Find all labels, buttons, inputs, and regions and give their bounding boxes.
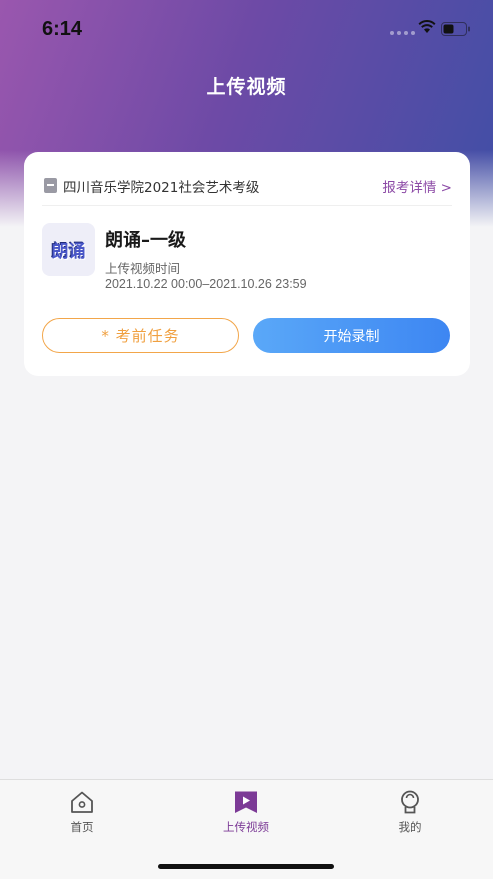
exam-title: 朗诵–一级 (105, 230, 186, 251)
exam-detail-link[interactable]: 报考详情 > (382, 176, 452, 196)
card-header: 四川音乐学院2021社会艺术考级 报考详情 > (42, 166, 452, 206)
tab-profile-label: 我的 (398, 820, 422, 834)
org-icon (44, 178, 57, 193)
tab-home-label: 首页 (70, 820, 94, 834)
battery-icon (441, 22, 470, 36)
thumbnail-text: 朗诵 (51, 242, 86, 262)
tab-profile[interactable]: 我的 (360, 790, 460, 840)
home-indicator (158, 864, 334, 869)
exam-card: 四川音乐学院2021社会艺术考级 报考详情 > 朗诵 朗诵–一级 上传视频时间 … (24, 152, 470, 376)
pre-exam-task-button[interactable]: * 考前任务 (42, 318, 239, 353)
start-recording-button[interactable]: 开始录制 (253, 318, 450, 353)
upload-video-icon (235, 791, 257, 813)
tab-upload-video-label: 上传视频 (223, 820, 269, 834)
upload-time-range: 2021.10.22 00:00–2021.10.26 23:59 (105, 277, 307, 291)
upload-time-label: 上传视频时间 (105, 261, 181, 276)
home-icon (71, 791, 93, 813)
org-name: 四川音乐学院2021社会艺术考级 (63, 179, 260, 196)
tab-upload-video[interactable]: 上传视频 (196, 790, 296, 840)
exam-thumbnail: 朗诵 (42, 223, 95, 276)
page-title: 上传视频 (206, 76, 287, 98)
profile-icon (401, 790, 419, 814)
signal-icon (390, 31, 415, 35)
wifi-icon (418, 20, 436, 33)
status-time: 6:14 (42, 18, 83, 40)
tab-home[interactable]: 首页 (32, 790, 132, 840)
status-bar: 6:14 (0, 0, 493, 56)
